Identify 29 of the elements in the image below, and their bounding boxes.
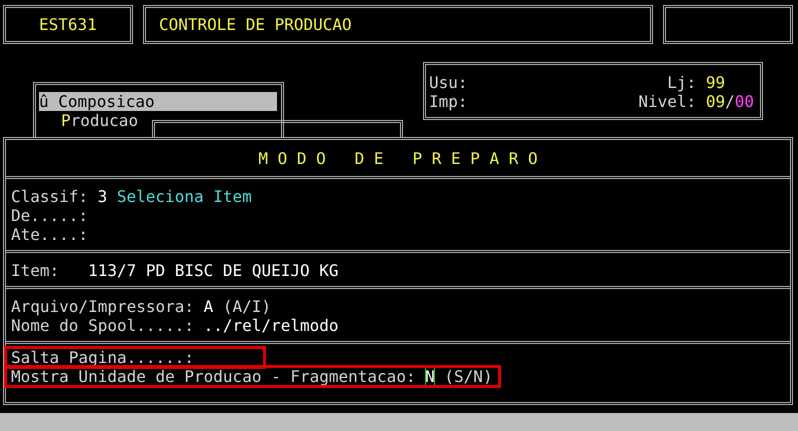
field-value[interactable]: ../rel/relmodo — [204, 316, 338, 335]
field-label: Nome do Spool.....: — [11, 316, 194, 335]
field-label: Arquivo/Impressora: — [11, 297, 194, 316]
field-label: De.....: — [11, 206, 88, 225]
printer-label: Imp: — [429, 92, 469, 111]
field-label: Classif: — [11, 187, 88, 206]
form-title: M O D O D E P R E P A R O — [258, 148, 538, 168]
menu-item[interactable]: û Composicao — [39, 92, 277, 111]
field-value[interactable]: N — [425, 367, 435, 386]
screen-title: CONTROLE DE PRODUCAO — [159, 15, 352, 34]
field-hint: (S/N) — [444, 367, 493, 386]
field-value[interactable]: A — [204, 297, 214, 316]
store-label: Lj: — [667, 73, 698, 92]
menu-item[interactable]: Producao — [39, 111, 277, 130]
field-label: Ate....: — [11, 225, 88, 244]
field-label: Item: — [11, 261, 60, 280]
field-value[interactable]: 113/7 PD BISC DE QUEIJO KG — [88, 261, 339, 280]
level-separator: / — [725, 92, 735, 111]
level-label: Nivel: — [638, 92, 698, 111]
level-value: 09 — [706, 92, 726, 111]
field-label: Salta Pagina......: — [11, 348, 194, 367]
field-value[interactable]: 3 — [98, 187, 108, 206]
field-hint: (A/I) — [222, 297, 272, 316]
sublevel-value: 00 — [734, 92, 754, 111]
store-value: 99 — [706, 73, 726, 92]
program-code: EST631 — [39, 15, 97, 34]
user-label: Usu: — [429, 73, 469, 92]
field-label: Mostra Unidade de Producao - Fragmentacao: — [11, 367, 416, 386]
field-hint: Seleciona Item — [116, 187, 252, 206]
